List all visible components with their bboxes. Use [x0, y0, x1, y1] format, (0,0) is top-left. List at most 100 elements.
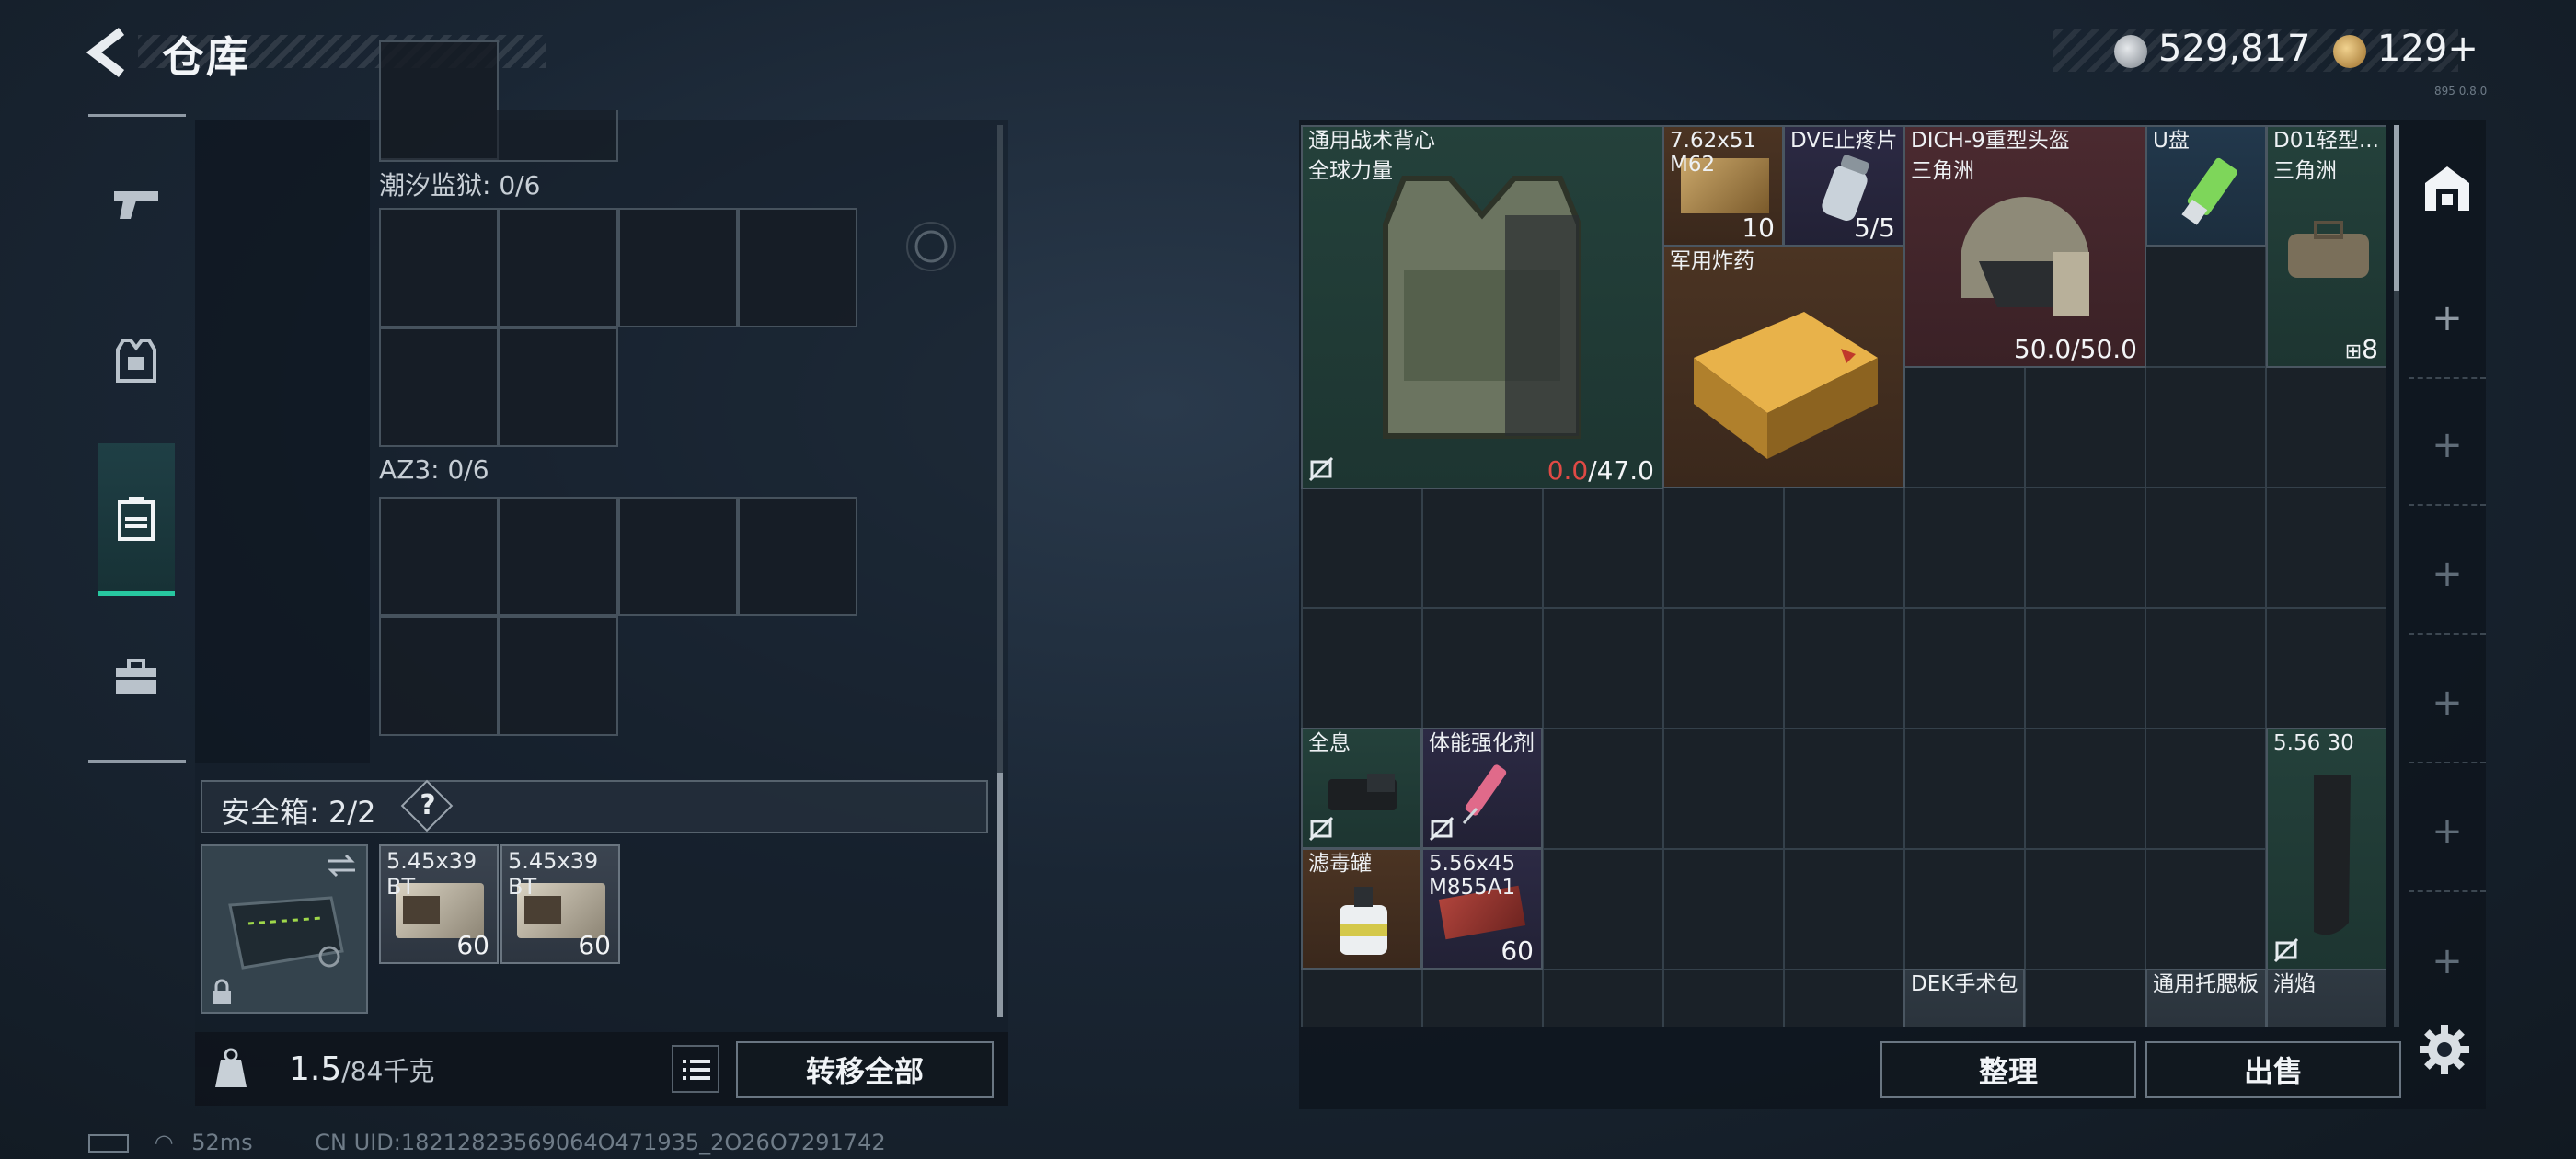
no-trade-icon: [1308, 816, 1334, 842]
storage-box-icon: [118, 497, 155, 541]
grid-slot[interactable]: [499, 327, 618, 447]
stash-item-filter[interactable]: 滤毒罐: [1301, 848, 1422, 970]
sell-button[interactable]: 出售: [2145, 1041, 2401, 1098]
grid-slot[interactable]: [379, 616, 499, 736]
durability: 50.0/50.0: [2013, 334, 2137, 364]
item-name: 滤毒罐: [1308, 852, 1372, 876]
add-stash-tab-button[interactable]: +: [2409, 901, 2486, 1021]
grid-slot[interactable]: [738, 497, 857, 616]
safe-box-case[interactable]: [201, 844, 368, 1014]
stash-grid[interactable]: 通用战术背心 全球力量 0.0/47.0 7.62x51 M62 10 DVE止…: [1301, 125, 2386, 1027]
add-stash-tab-button[interactable]: +: [2409, 515, 2486, 635]
magazine-icon: [2314, 775, 2351, 935]
add-stash-tab-button[interactable]: +: [2409, 644, 2486, 763]
wifi-icon: ◠: [154, 1130, 174, 1155]
add-stash-tab-button[interactable]: +: [2409, 386, 2486, 506]
stash-item-sight[interactable]: 全息: [1301, 728, 1422, 849]
grid-slot[interactable]: [379, 327, 499, 447]
add-stash-tab-button[interactable]: +: [2409, 259, 2486, 379]
back-arrow-icon[interactable]: [85, 26, 132, 79]
gold-amount[interactable]: 129+: [2377, 28, 2478, 70]
stash-item-stim[interactable]: 体能强化剂: [1421, 728, 1543, 849]
silver-amount: 529,817: [2158, 28, 2311, 70]
helmet-icon: [1961, 197, 2089, 316]
item-sub: 全球力量: [1308, 159, 1393, 183]
help-question-mark: ?: [420, 789, 436, 821]
syringe-icon: [1462, 764, 1507, 824]
nav-weapon[interactable]: [98, 166, 175, 243]
stash-item-explosive[interactable]: 军用炸药: [1662, 246, 1905, 488]
weight-kg-icon: [215, 1048, 247, 1087]
stash-item-magazine[interactable]: 5.56 30: [2266, 728, 2386, 970]
duffel-bag-icon: [2288, 221, 2369, 278]
durability-max: /47.0: [1588, 455, 1654, 486]
stash-item-ammo-556[interactable]: 5.56x45 M855A1 60: [1421, 848, 1543, 970]
list-icon: [683, 1060, 710, 1080]
list-view-button[interactable]: [672, 1045, 719, 1093]
no-trade-icon: [1429, 816, 1455, 842]
grid-slot[interactable]: [618, 208, 738, 327]
status-bar: ◠ 52ms CN UID:18212823569064O471935_2O26…: [88, 1130, 886, 1155]
nav-storage[interactable]: [98, 443, 175, 596]
stash-item-surgery-kit[interactable]: DEK手术包: [1903, 969, 2025, 1027]
item-sub: 三角洲: [2273, 159, 2337, 183]
ping-text: 52ms: [191, 1130, 253, 1155]
page-title: 仓库: [162, 32, 250, 82]
item-count: 60: [1501, 935, 1534, 966]
holo-sight-icon: [1328, 774, 1397, 810]
swap-icon[interactable]: [324, 852, 359, 879]
grid-slot[interactable]: [499, 616, 618, 736]
nav-armor[interactable]: [98, 322, 175, 399]
sort-button[interactable]: 整理: [1880, 1041, 2136, 1098]
secure-case-icon: [228, 896, 344, 970]
safe-ammo-slot[interactable]: 5.45x39 BT 60: [500, 844, 620, 964]
item-sub: M62: [1670, 153, 1716, 177]
item-count: 5/5: [1853, 212, 1895, 243]
item-count: 10: [1742, 212, 1775, 243]
item-name: DVE止疼片: [1790, 129, 1898, 153]
stash-item-cheek-rest[interactable]: 通用托腮板: [2145, 969, 2267, 1027]
stash-item-flash-hider[interactable]: 消焰: [2266, 969, 2386, 1027]
item-count: 60: [578, 930, 611, 960]
stash-item-ammo[interactable]: 7.62x51 M62 10: [1662, 125, 1784, 247]
item-count: 60: [456, 930, 489, 960]
section-label: AZ3: 0/6: [379, 454, 489, 485]
item-name: 消焰: [2273, 972, 2316, 996]
grid-slot[interactable]: [618, 497, 738, 616]
stash-item-painkiller[interactable]: DVE止疼片 5/5: [1783, 125, 1904, 247]
item-name: D01轻型...: [2273, 129, 2379, 153]
item-name: 5.56 30: [2273, 731, 2354, 755]
capacity-value: 8: [2362, 334, 2378, 364]
nav-divider: [88, 760, 186, 763]
capacity: ⊞8: [2345, 334, 2378, 364]
scrollbar-thumb[interactable]: [997, 773, 1003, 1017]
stash-item-bag[interactable]: D01轻型... 三角洲 ⊞8: [2266, 125, 2386, 368]
item-name: 通用战术背心: [1308, 129, 1435, 153]
scrollbar-thumb[interactable]: [2394, 125, 2399, 291]
item-name: 军用炸药: [1670, 249, 1754, 273]
add-stash-tab-button[interactable]: +: [2409, 773, 2486, 892]
transfer-all-button[interactable]: 转移全部: [736, 1041, 994, 1098]
stash-item-vest[interactable]: 通用战术背心 全球力量 0.0/47.0: [1301, 125, 1663, 489]
grid-slot[interactable]: [738, 208, 857, 327]
grid-slot[interactable]: [499, 208, 618, 327]
settings-gear-icon[interactable]: [2416, 1021, 2473, 1078]
stash-item-usb[interactable]: U盘: [2145, 125, 2267, 247]
grid-slot[interactable]: [499, 497, 618, 616]
weight-max: /84千克: [341, 1056, 435, 1086]
item-sub: 三角洲: [1911, 159, 1974, 183]
lock-icon: [213, 979, 231, 1004]
gold-coin-icon: [2333, 35, 2366, 68]
stash-tab-main[interactable]: [2409, 120, 2486, 258]
stash-item-helmet[interactable]: DICH-9重型头盔 三角洲 50.0/50.0: [1903, 125, 2146, 368]
grid-slot[interactable]: [379, 208, 499, 327]
container-slot: [379, 110, 618, 162]
armor-vest-icon: [116, 339, 156, 383]
nav-toolbox[interactable]: [98, 638, 175, 716]
silver-coin-icon: [2114, 35, 2147, 68]
nav-divider: [88, 114, 186, 117]
grid-slot[interactable]: [379, 497, 499, 616]
item-name: 5.45x39 BT: [386, 848, 477, 900]
battery-icon: [88, 1134, 129, 1153]
safe-ammo-slot[interactable]: 5.45x39 BT 60: [379, 844, 499, 964]
